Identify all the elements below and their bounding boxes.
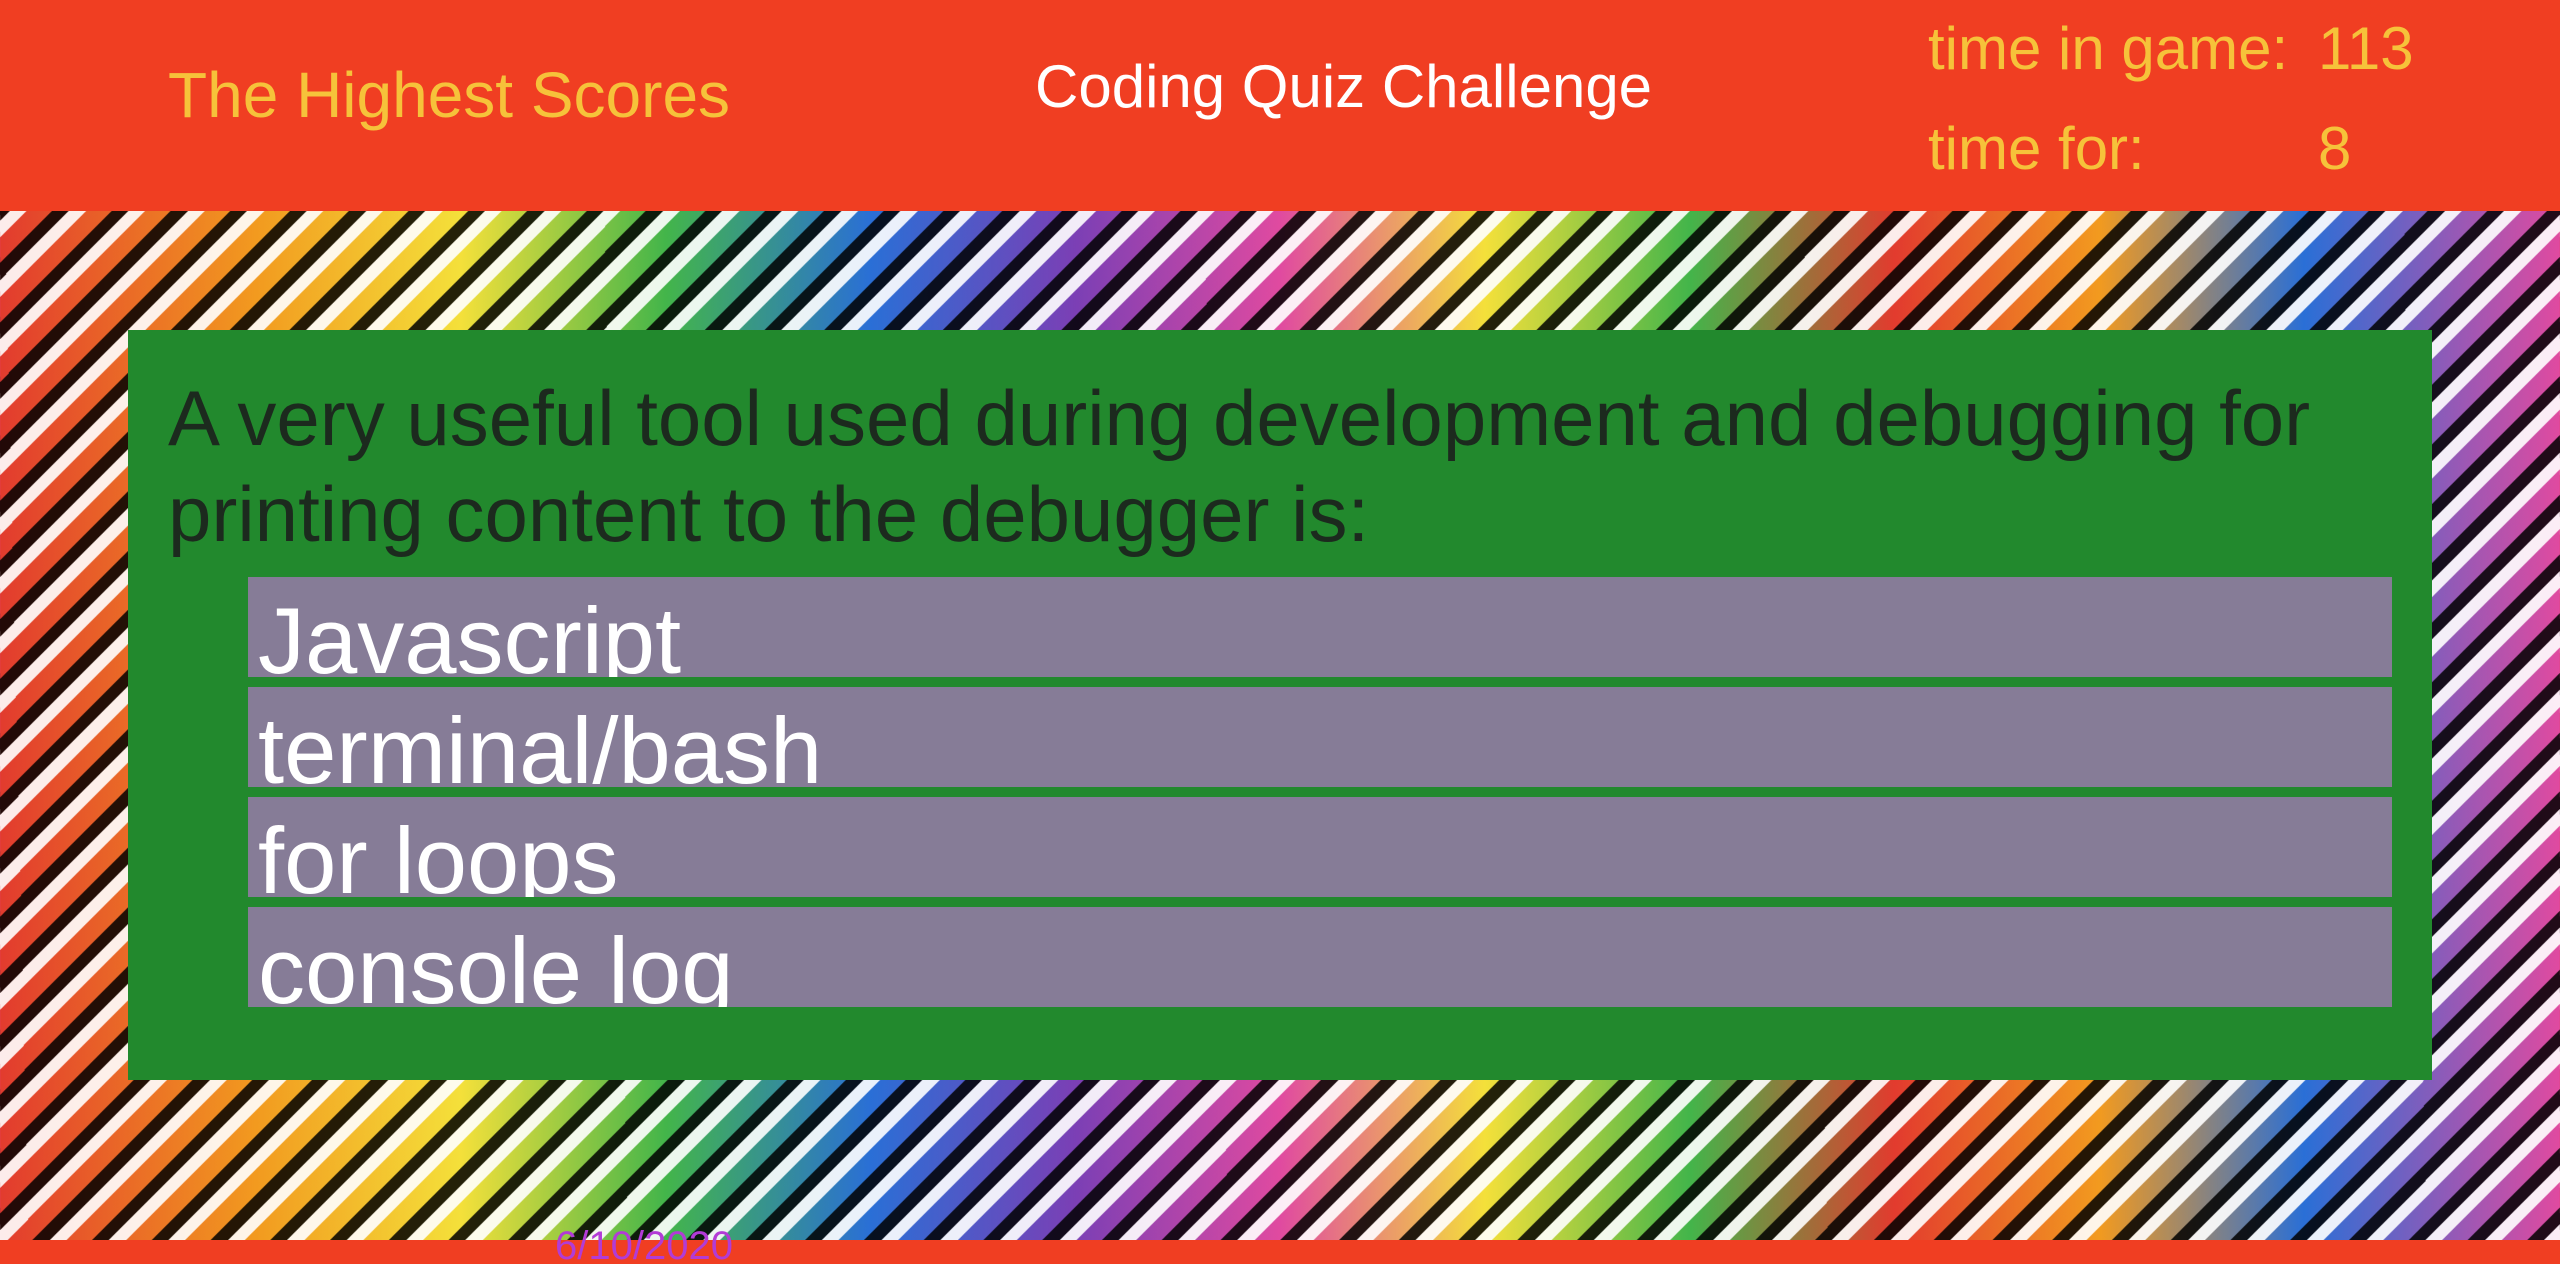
answer-button-console-log[interactable]: console log bbox=[248, 907, 2392, 1007]
high-scores-link[interactable]: The Highest Scores bbox=[168, 58, 730, 132]
page-title: Coding Quiz Challenge bbox=[1035, 53, 1653, 120]
quiz-panel: A very useful tool used during developme… bbox=[128, 330, 2432, 1080]
header-bar: The Highest Scores Coding Quiz Challenge… bbox=[0, 0, 2560, 211]
time-in-game-label: time in game: bbox=[1928, 15, 2289, 82]
answer-button-terminal-bash[interactable]: terminal/bash bbox=[248, 687, 2392, 787]
footer-date: 6/10/2020 bbox=[555, 1224, 733, 1264]
answer-list: Javascript terminal/bash for loops conso… bbox=[248, 577, 2392, 1017]
answer-label: Javascript bbox=[258, 588, 682, 678]
answer-label: console log bbox=[258, 918, 734, 1008]
question-text: A very useful tool used during developme… bbox=[168, 374, 2311, 558]
time-for-label: time for: bbox=[1928, 115, 2145, 182]
answer-button-javascript[interactable]: Javascript bbox=[248, 577, 2392, 677]
time-for-value: 8 bbox=[2318, 115, 2352, 182]
answer-button-for-loops[interactable]: for loops bbox=[248, 797, 2392, 897]
answer-label: for loops bbox=[258, 808, 619, 898]
answer-label: terminal/bash bbox=[258, 698, 823, 788]
footer-bar bbox=[0, 1240, 2560, 1264]
time-in-game-value: 113 bbox=[2318, 15, 2414, 82]
